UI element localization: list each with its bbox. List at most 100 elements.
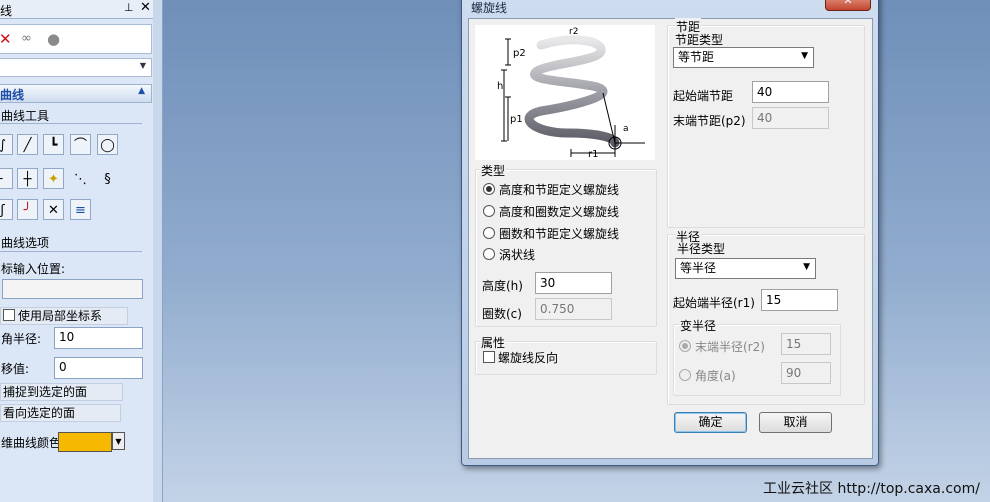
side-panel: 线 ⊥ ✕ ✕ ∞ ● ▼ 曲线 ▲ 曲线工具 ∫ ╱ ┗ ⌒ ◯ ╴ ┼ ✦ … bbox=[0, 0, 154, 502]
tangent-line-icon[interactable]: ╴ bbox=[0, 168, 13, 189]
radius-label: 角半径: bbox=[1, 332, 42, 346]
spline-icon[interactable]: ∫ bbox=[0, 134, 13, 155]
dialog-title: 螺旋线 bbox=[471, 1, 508, 15]
checkbox-icon bbox=[3, 309, 15, 321]
coord-input-field[interactable] bbox=[2, 279, 143, 299]
type-group-label: 类型 bbox=[480, 162, 507, 179]
intersection-point-icon[interactable]: ✦ bbox=[43, 168, 64, 189]
angle-label: 角度(a) bbox=[695, 369, 736, 383]
panel-title-bar: 线 ⊥ ✕ bbox=[0, 0, 153, 19]
var-radius-label: 变半径 bbox=[679, 317, 718, 334]
chevron-down-icon: ▼ bbox=[139, 61, 146, 70]
radio-selected-icon bbox=[483, 183, 495, 195]
angle-input[interactable]: 90 bbox=[781, 362, 831, 384]
start-radius-input[interactable]: 15 bbox=[761, 289, 838, 311]
offset-label: 移值: bbox=[1, 362, 30, 376]
section-header-curves[interactable]: 曲线 ▲ bbox=[0, 84, 152, 103]
turns-input[interactable]: 0.750 bbox=[535, 298, 612, 320]
offset-input[interactable]: 0 bbox=[54, 357, 143, 379]
type-option-0[interactable]: 高度和节距定义螺旋线 bbox=[483, 181, 619, 198]
chevron-down-icon: ▼ bbox=[803, 262, 810, 272]
start-pitch-label: 起始端节距 bbox=[673, 89, 734, 103]
type-option-label: 圈数和节距定义螺旋线 bbox=[499, 227, 620, 241]
circle-icon[interactable]: ◯ bbox=[97, 134, 118, 155]
ok-button[interactable]: 确定 bbox=[674, 412, 747, 433]
end-radius-input[interactable]: 15 bbox=[781, 333, 831, 355]
radio-selected-icon bbox=[679, 340, 691, 352]
view-face-button[interactable]: 看向选定的面 bbox=[0, 404, 121, 422]
height-input[interactable]: 30 bbox=[535, 272, 612, 294]
type-option-2[interactable]: 圈数和节距定义螺旋线 bbox=[483, 225, 619, 242]
pitch-type-label: 节距类型 bbox=[675, 33, 724, 47]
type-option-label: 涡状线 bbox=[499, 248, 536, 262]
helix-diagram-icon: p2 h p1 r2 a r1 bbox=[475, 25, 655, 160]
figure-label-h: h bbox=[497, 81, 503, 92]
close-icon[interactable]: ✕ bbox=[825, 0, 871, 11]
radio-icon bbox=[679, 369, 691, 381]
color-swatch[interactable] bbox=[58, 432, 112, 452]
radius-type-label: 半径类型 bbox=[677, 242, 726, 256]
type-option-3[interactable]: 涡状线 bbox=[483, 246, 535, 263]
angle-radio[interactable]: 角度(a) bbox=[679, 367, 736, 384]
end-pitch-input[interactable]: 40 bbox=[752, 107, 829, 129]
curve-icon[interactable]: ʃ bbox=[0, 199, 13, 220]
line-icon[interactable]: ╱ bbox=[17, 134, 38, 155]
radio-icon bbox=[483, 248, 495, 260]
figure-label-r2: r2 bbox=[569, 27, 578, 37]
divider bbox=[0, 251, 142, 252]
helix-icon[interactable]: § bbox=[97, 168, 118, 189]
arc-icon[interactable]: ⌒ bbox=[70, 134, 91, 155]
watermark-text: 工业云社区 http://top.caxa.com/ bbox=[763, 481, 980, 497]
red-x-icon[interactable]: ✕ bbox=[0, 30, 12, 48]
radius-type-value: 等半径 bbox=[680, 261, 717, 275]
reverse-helix-label: 螺旋线反向 bbox=[498, 351, 559, 365]
chevron-down-icon[interactable]: ▼ bbox=[112, 432, 125, 450]
start-pitch-input[interactable]: 40 bbox=[752, 81, 829, 103]
dotted-line-icon[interactable]: ⋱ bbox=[70, 168, 91, 189]
color-label: 维曲线颜色 bbox=[1, 436, 62, 450]
gray-circle-icon[interactable]: ● bbox=[47, 30, 60, 48]
polyline-icon[interactable]: ┗ bbox=[43, 134, 64, 155]
glasses-icon[interactable]: ∞ bbox=[21, 31, 32, 46]
divider bbox=[0, 123, 142, 124]
close-icon[interactable]: ✕ bbox=[140, 0, 151, 15]
end-pitch-label: 末端节距(p2) bbox=[673, 114, 746, 128]
snap-face-button[interactable]: 捕捉到选定的面 bbox=[0, 383, 123, 401]
end-radius-label: 末端半径(r2) bbox=[695, 340, 765, 354]
dialog-client: p2 h p1 r2 a r1 类型 高度和节距定义螺旋线 高度和圈数定义螺旋线… bbox=[468, 18, 873, 459]
pin-icon[interactable]: ⊥ bbox=[124, 1, 134, 14]
radius-input[interactable]: 10 bbox=[54, 327, 143, 349]
use-local-coords-checkbox[interactable]: 使用局部坐标系 bbox=[0, 307, 128, 325]
pitch-type-value: 等节距 bbox=[678, 50, 715, 64]
cross-icon[interactable]: ✕ bbox=[43, 199, 64, 220]
figure-label-r1: r1 bbox=[588, 149, 598, 160]
type-option-label: 高度和圈数定义螺旋线 bbox=[499, 205, 620, 219]
panel-combo[interactable]: ▼ bbox=[0, 58, 152, 77]
radius-type-select[interactable]: 等半径 ▼ bbox=[675, 258, 816, 279]
figure-label-p1: p1 bbox=[510, 114, 523, 125]
offset-icon[interactable]: ≡ bbox=[70, 199, 91, 220]
chevron-down-icon: ▼ bbox=[801, 51, 808, 61]
checkbox-icon bbox=[483, 351, 495, 363]
end-radius-radio[interactable]: 末端半径(r2) bbox=[679, 338, 765, 355]
panel-title: 线 bbox=[0, 4, 13, 18]
cancel-button[interactable]: 取消 bbox=[759, 412, 832, 433]
start-radius-label: 起始端半径(r1) bbox=[673, 296, 755, 310]
point-icon[interactable]: ┼ bbox=[17, 168, 38, 189]
tools-heading: 曲线工具 bbox=[1, 109, 50, 123]
type-option-label: 高度和节距定义螺旋线 bbox=[499, 183, 620, 197]
use-local-coords-label: 使用局部坐标系 bbox=[18, 309, 103, 323]
height-label: 高度(h) bbox=[482, 279, 523, 293]
fillet-curve-icon[interactable]: ╯ bbox=[17, 199, 38, 220]
type-option-1[interactable]: 高度和圈数定义螺旋线 bbox=[483, 203, 619, 220]
panel-toolbar: ✕ ∞ ● bbox=[0, 24, 152, 54]
figure-label-p2: p2 bbox=[513, 48, 526, 59]
turns-label: 圈数(c) bbox=[482, 307, 522, 321]
radio-icon bbox=[483, 227, 495, 239]
options-heading: 曲线选项 bbox=[1, 236, 50, 250]
panel-splitter[interactable] bbox=[153, 0, 163, 502]
pitch-type-select[interactable]: 等节距 ▼ bbox=[673, 47, 814, 68]
collapse-icon[interactable]: ▲ bbox=[138, 86, 145, 96]
reverse-helix-checkbox[interactable]: 螺旋线反向 bbox=[483, 349, 558, 366]
figure-label-a: a bbox=[623, 124, 629, 134]
